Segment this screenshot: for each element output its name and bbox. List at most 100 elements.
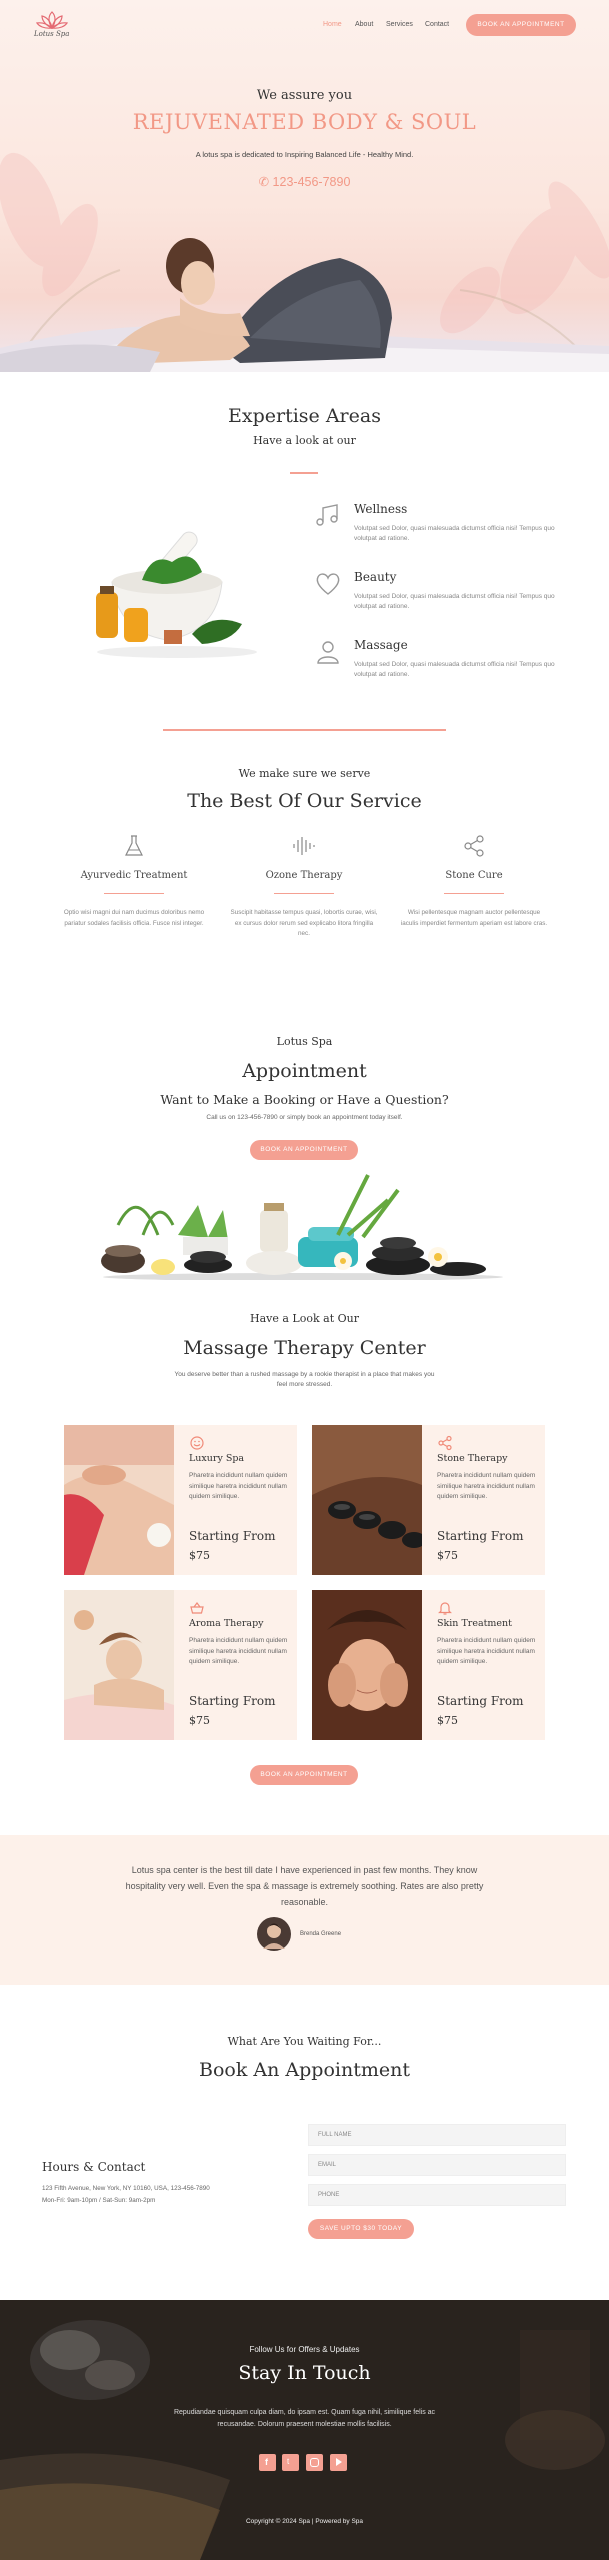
section-divider <box>163 729 446 731</box>
hero-title: REJUVENATED BODY & SOUL <box>132 110 477 134</box>
instagram-icon[interactable] <box>306 2454 323 2471</box>
card-title: Luxury Spa <box>189 1453 245 1464</box>
service-section: We make sure we serve The Best Of Our Se… <box>0 752 609 982</box>
basket-icon <box>190 1602 204 1614</box>
expertise-item-massage: Massage Volutpat sed Dolor, quasi malesu… <box>316 638 556 681</box>
mortar-herbs-image <box>96 531 257 658</box>
expertise-item-beauty: Beauty Volutpat sed Dolor, quasi malesua… <box>316 570 556 613</box>
footer-section: Follow Us for Offers & Updates Stay In T… <box>0 2300 609 2560</box>
card-title: Stone Therapy <box>437 1453 508 1464</box>
expertise-item-title: Wellness <box>354 502 408 516</box>
luxury-spa-image <box>64 1425 174 1575</box>
appointment-brand: Lotus Spa <box>276 1035 333 1048</box>
nav-link-contact[interactable]: Contact <box>425 21 449 28</box>
appointment-text: Call us on 123-456-7890 or simply book a… <box>206 1114 403 1121</box>
stone-therapy-image <box>312 1425 422 1575</box>
card-starting-label: Starting From <box>437 1529 524 1543</box>
card-text: Pharetra incididunt nullam quidem simili… <box>189 1472 288 1501</box>
card-price: $75 <box>437 1549 458 1562</box>
service-item-ayurvedic: Ayurvedic Treatment Optio wisi magni dui… <box>59 834 209 929</box>
service-item-title: Stone Cure <box>445 870 503 881</box>
appointment-book-button[interactable]: BOOK AN APPOINTMENT <box>250 1140 358 1160</box>
booking-title: Book An Appointment <box>199 2059 410 2081</box>
expertise-item-text: Volutpat sed Dolor, quasi malesuada dict… <box>354 593 555 611</box>
submit-button[interactable]: SAVE UPTO $30 TODAY <box>308 2219 414 2239</box>
expertise-subtitle: Have a look at our <box>253 434 356 447</box>
expertise-title: Expertise Areas <box>228 405 381 427</box>
person-icon <box>317 641 339 664</box>
card-text: Pharetra incididunt nullam quidem simili… <box>437 1637 536 1666</box>
expertise-item-wellness: Wellness Volutpat sed Dolor, quasi males… <box>316 502 556 545</box>
phone-field[interactable]: PHONE <box>308 2184 566 2206</box>
card-price: $75 <box>189 1549 210 1562</box>
service-divider <box>274 893 334 894</box>
heart-icon <box>316 573 340 595</box>
card-text: Pharetra incididunt nullam quidem simili… <box>437 1472 536 1501</box>
testimonial-section: Lotus spa center is the best till date I… <box>0 1835 609 1985</box>
email-field[interactable]: EMAIL <box>308 2154 566 2176</box>
appointment-title: Appointment <box>242 1060 367 1082</box>
bell-icon <box>438 1602 452 1615</box>
testimonial-quote: Lotus spa center is the best till date I… <box>125 1865 484 1907</box>
lotus-icon <box>35 11 69 30</box>
service-item-stone-cure: Stone Cure Wisi pellentesque magnam auct… <box>399 834 549 929</box>
service-kicker: We make sure we serve <box>238 767 371 780</box>
appointment-question: Want to Make a Booking or Have a Questio… <box>160 1092 449 1107</box>
card-starting-label: Starting From <box>437 1694 524 1708</box>
service-divider <box>444 893 504 894</box>
center-kicker: Have a Look at Our <box>250 1312 359 1325</box>
card-stone-therapy[interactable]: Stone Therapy Pharetra incididunt nullam… <box>312 1425 545 1575</box>
navbar: Lotus Spa Home About Services Contact BO… <box>0 10 609 42</box>
flask-icon <box>125 835 143 856</box>
expertise-item-title: Beauty <box>354 570 397 584</box>
card-luxury-spa[interactable]: Luxury Spa Pharetra incididunt nullam qu… <box>64 1425 297 1575</box>
hero-subtitle: A lotus spa is dedicated to Inspiring Ba… <box>195 150 414 159</box>
smile-icon <box>190 1436 204 1450</box>
share-icon <box>464 835 484 857</box>
card-price: $75 <box>189 1714 210 1727</box>
footer-title: Stay In Touch <box>238 2362 371 2384</box>
nav-book-button[interactable]: BOOK AN APPOINTMENT <box>466 14 576 36</box>
avatar <box>257 1917 291 1951</box>
footer-kicker: Follow Us for Offers & Updates <box>249 2345 360 2354</box>
card-title: Skin Treatment <box>437 1618 512 1629</box>
full-name-field[interactable]: FULL NAME <box>308 2124 566 2146</box>
card-title: Aroma Therapy <box>189 1618 264 1629</box>
expertise-item-text: Volutpat sed Dolor, quasi malesuada dict… <box>354 661 555 679</box>
booking-kicker: What Are You Waiting For... <box>227 2035 382 2048</box>
card-starting-label: Starting From <box>189 1694 276 1708</box>
appointment-section: Lotus Spa Appointment Want to Make a Boo… <box>0 1015 609 1285</box>
contact-address: 123 Fifth Avenue, New York, NY 10160, US… <box>42 2185 210 2192</box>
twitter-icon[interactable]: t <box>282 2454 299 2471</box>
service-divider <box>104 893 164 894</box>
share-icon <box>438 1435 452 1451</box>
testimonial-author: Brenda Greene <box>300 1931 342 1937</box>
service-item-text: Suscipit habitasse tempus quasi, loborti… <box>230 909 378 938</box>
massage-center-section: Have a Look at Our Massage Therapy Cente… <box>0 1285 609 1835</box>
hero-woman-image <box>0 238 609 372</box>
skin-treatment-image <box>312 1590 422 1740</box>
card-starting-label: Starting From <box>189 1529 276 1543</box>
hero-kicker: We assure you <box>256 88 353 103</box>
service-item-text: Wisi pellentesque magnam auctor pellente… <box>400 909 548 927</box>
center-book-button[interactable]: BOOK AN APPOINTMENT <box>250 1765 358 1785</box>
facebook-icon[interactable]: f <box>259 2454 276 2471</box>
expertise-item-text: Volutpat sed Dolor, quasi malesuada dict… <box>354 525 555 543</box>
divider <box>290 472 318 474</box>
phone-icon: ✆ <box>258 175 270 189</box>
service-title: The Best Of Our Service <box>187 790 422 812</box>
waveform-icon <box>293 837 315 855</box>
hero-section: Lotus Spa Home About Services Contact BO… <box>0 0 609 372</box>
music-note-icon <box>316 504 338 526</box>
card-aroma-therapy[interactable]: Aroma Therapy Pharetra incididunt nullam… <box>64 1590 297 1740</box>
nav-link-home[interactable]: Home <box>323 21 342 28</box>
card-price: $75 <box>437 1714 458 1727</box>
copyright-text: Copyright © 2024 Spa | Powered by Spa <box>245 2518 364 2525</box>
nav-link-about[interactable]: About <box>355 21 373 28</box>
nav-link-services[interactable]: Services <box>386 21 413 28</box>
card-skin-treatment[interactable]: Skin Treatment Pharetra incididunt nulla… <box>312 1590 545 1740</box>
youtube-icon[interactable] <box>330 2454 347 2471</box>
service-item-ozone: Ozone Therapy Suscipit habitasse tempus … <box>229 834 379 940</box>
hero-phone[interactable]: ✆ 123-456-7890 <box>0 174 609 189</box>
booking-section: What Are You Waiting For... Book An Appo… <box>0 1985 609 2300</box>
